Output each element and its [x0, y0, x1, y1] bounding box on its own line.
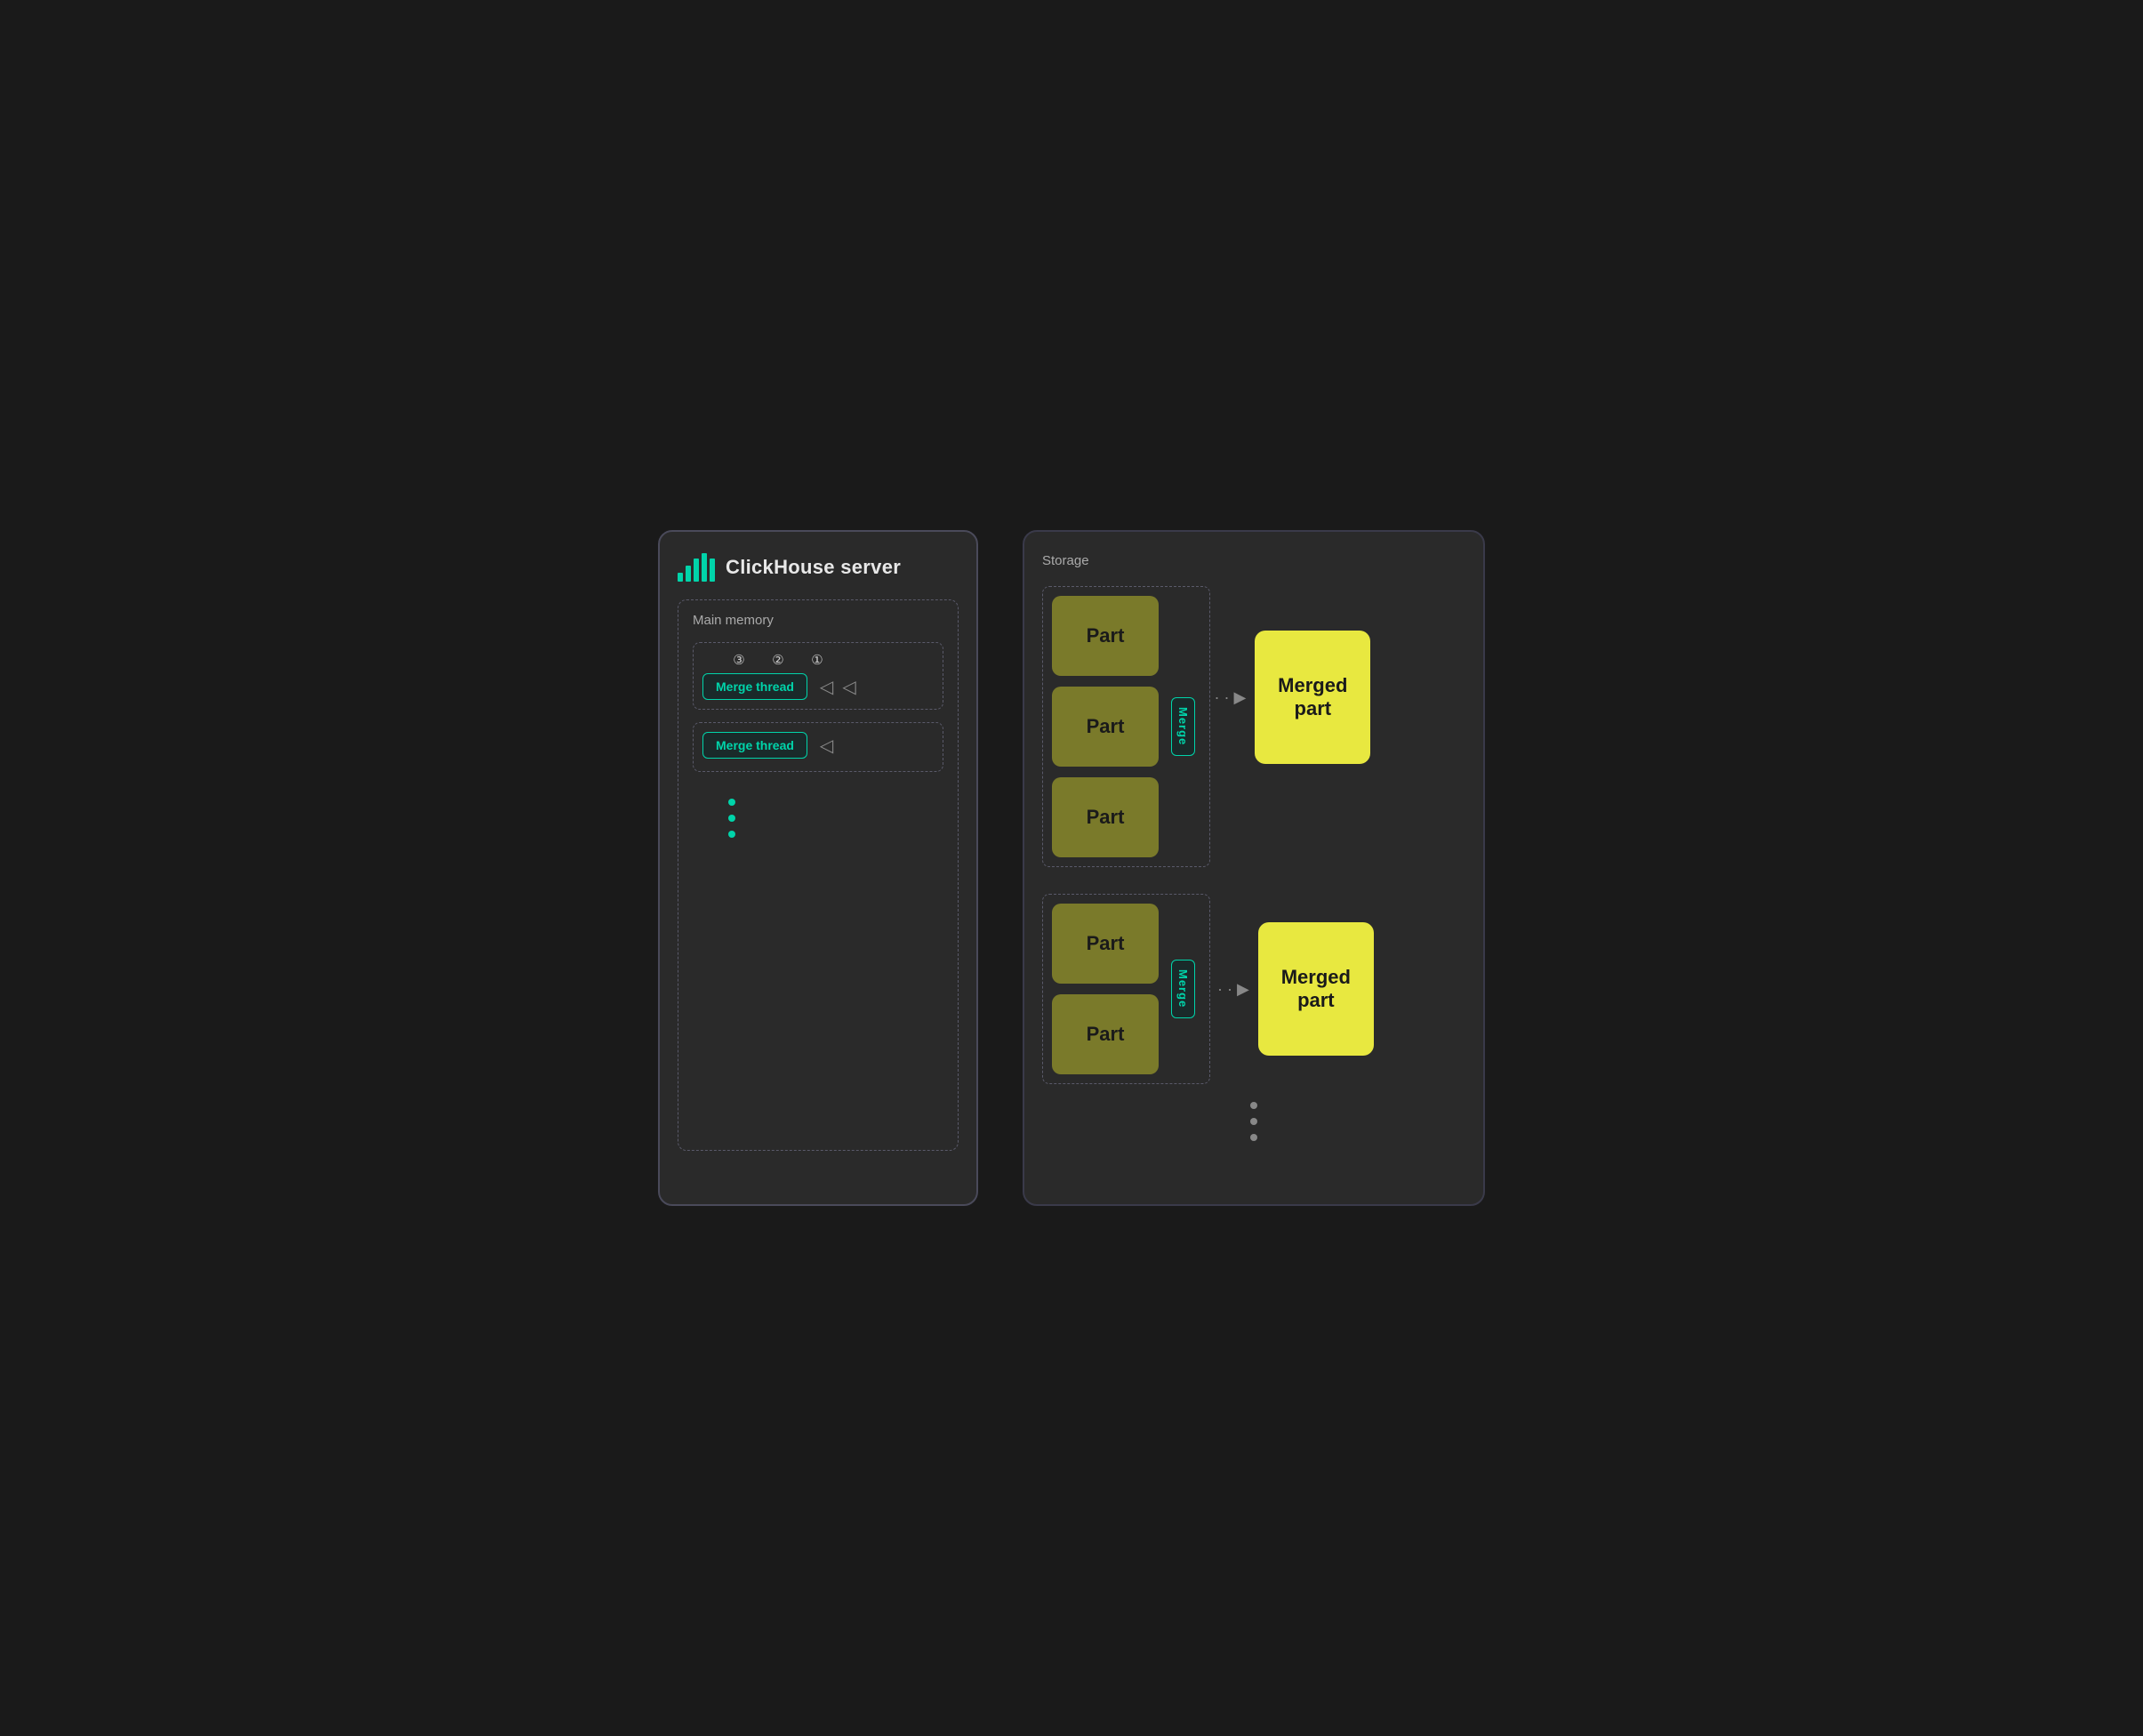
- bottom-parts-stack: Part Part: [1052, 904, 1159, 1074]
- merge-thread-1-badge: Merge thread: [702, 673, 807, 700]
- logo-bar-3: [694, 559, 699, 582]
- step-2: ②: [768, 652, 788, 668]
- bottom-group: Part Part Merge: [1042, 894, 1210, 1084]
- storage-dot-1: [1250, 1102, 1257, 1109]
- storage-dots: [1042, 1084, 1465, 1141]
- arrow-right-bottom: · · ▶: [1217, 980, 1249, 999]
- merge-thread-2-badge: Merge thread: [702, 732, 807, 759]
- logo-bar-4: [702, 553, 707, 582]
- arrow-left-3: ◁: [820, 735, 833, 757]
- top-merged-group: · · ▶ Mergedpart: [1214, 631, 1370, 764]
- merged-part-top: Mergedpart: [1255, 631, 1370, 764]
- step-1: ①: [807, 652, 827, 668]
- main-memory-label: Main memory: [693, 613, 943, 628]
- merge-thread-1-row: Merge thread ◁ ◁: [702, 673, 934, 700]
- arrow-left-1: ◁: [820, 676, 833, 698]
- merge-badge-top: Merge: [1171, 697, 1195, 755]
- logo-bar-5: [710, 559, 715, 582]
- server-panel: ClickHouse server Main memory ③ ② ① Merg…: [658, 530, 978, 1206]
- arrow-right-top: · · ▶: [1214, 688, 1246, 707]
- part-box-4: Part: [1052, 904, 1159, 984]
- server-title-text: ClickHouse server: [726, 556, 901, 579]
- dot-1: [728, 799, 735, 806]
- bottom-merged-group: · · ▶ Mergedpart: [1217, 894, 1374, 1084]
- diagram-container: ClickHouse server Main memory ③ ② ① Merg…: [622, 503, 1521, 1233]
- server-title: ClickHouse server: [678, 553, 959, 582]
- storage-panel: Storage Part Part Part Merge · · ▶ Merge…: [1023, 530, 1485, 1206]
- merge-thread-2-row: Merge thread ◁: [702, 732, 934, 759]
- memory-dots: [693, 781, 943, 847]
- clickhouse-logo: [678, 553, 715, 582]
- part-box-5: Part: [1052, 994, 1159, 1074]
- step-numbers: ③ ② ①: [702, 652, 934, 668]
- part-box-1: Part: [1052, 596, 1159, 676]
- top-parts-stack: Part Part Part: [1052, 596, 1159, 857]
- merge-thread-2-section: Merge thread ◁: [693, 722, 943, 772]
- merge-badge-bottom: Merge: [1171, 960, 1195, 1017]
- part-box-2: Part: [1052, 687, 1159, 767]
- merge-thread-1-section: ③ ② ① Merge thread ◁ ◁: [693, 642, 943, 710]
- dot-3: [728, 831, 735, 838]
- main-memory-box: Main memory ③ ② ① Merge thread ◁ ◁ Merge…: [678, 599, 959, 1151]
- storage-dot-2: [1250, 1118, 1257, 1125]
- step-3: ③: [729, 652, 749, 668]
- bottom-groups-row: Part Part Merge · · ▶ Mergedpart: [1042, 894, 1465, 1084]
- logo-bar-2: [686, 566, 691, 582]
- dot-2: [728, 815, 735, 822]
- merged-part-bottom: Mergedpart: [1258, 922, 1374, 1056]
- arrow-left-2: ◁: [842, 676, 855, 698]
- part-box-3: Part: [1052, 777, 1159, 857]
- logo-bar-1: [678, 573, 683, 582]
- storage-label: Storage: [1042, 553, 1465, 568]
- top-group: Part Part Part Merge: [1042, 586, 1210, 867]
- storage-dot-3: [1250, 1134, 1257, 1141]
